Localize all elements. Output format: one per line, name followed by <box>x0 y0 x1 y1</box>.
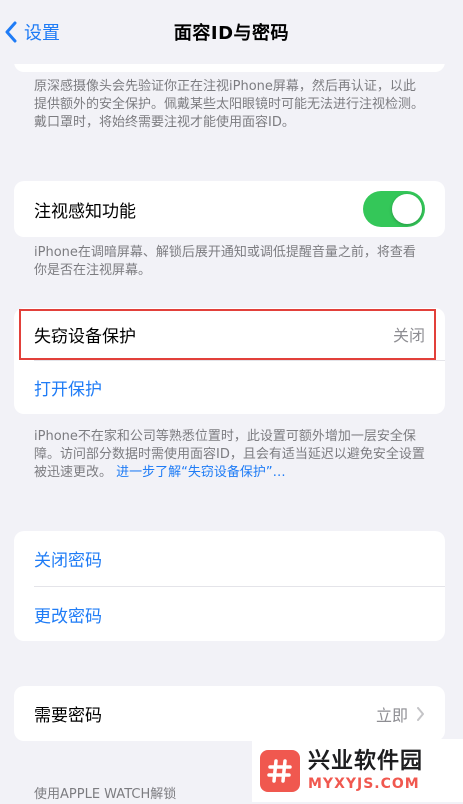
learn-more-link[interactable]: 进一步了解“失窃设备保护”… <box>116 465 285 480</box>
stolen-device-card: 失窃设备保护 关闭 打开保护 <box>14 308 445 414</box>
attention-aware-label: 注视感知功能 <box>34 201 136 222</box>
change-passcode-label: 更改密码 <box>34 606 102 627</box>
stolen-device-label: 失窃设备保护 <box>34 326 136 347</box>
passcode-card: 关闭密码 更改密码 <box>14 531 445 641</box>
stolen-device-footer: iPhone不在家和公司等熟悉位置时，此设置可额外增加一层安全保障。访问部分数据… <box>34 428 430 482</box>
turn-on-protection-label: 打开保护 <box>34 379 102 400</box>
attention-aware-footer: iPhone在调暗屏幕、解锁后展开通知或调低提醒音量之前，将查看你是否在注视屏幕… <box>34 245 416 278</box>
watermark-url: MYXYJS.COM <box>308 775 420 792</box>
watch-section-header: 使用APPLE WATCH解锁 <box>34 787 177 802</box>
turn-on-protection-button[interactable]: 打开保护 <box>14 361 445 413</box>
attention-aware-row: 注视感知功能 <box>14 181 445 237</box>
attention-aware-toggle[interactable] <box>363 191 425 227</box>
stolen-device-row[interactable]: 失窃设备保护 关闭 <box>14 308 445 360</box>
turn-off-passcode-label: 关闭密码 <box>34 551 102 571</box>
require-passcode-label: 需要密码 <box>34 706 102 726</box>
toggle-knob <box>392 194 422 224</box>
page-title: 面容ID与密码 <box>173 23 290 44</box>
chevron-right-icon <box>417 706 424 721</box>
attention-aware-card: 注视感知功能 <box>14 181 445 237</box>
stolen-device-value: 关闭 <box>392 326 425 345</box>
navigation-bar: 设置 面容ID与密码 <box>0 0 463 64</box>
turn-off-passcode-button[interactable]: 关闭密码 <box>14 531 445 586</box>
require-passcode-card: 需要密码 立即 <box>14 686 445 741</box>
change-passcode-button[interactable]: 更改密码 <box>14 587 445 641</box>
watermark-name: 兴业软件园 <box>308 748 424 774</box>
require-passcode-value: 立即 <box>375 705 408 725</box>
attention-footer: 原深感摄像头会先验证你正在注视iPhone屏幕，然后再认证，以此提供额外的安全保… <box>34 79 425 130</box>
watermark-text: 兴业软件园 MYXYJS.COM <box>308 749 423 793</box>
require-passcode-row[interactable]: 需要密码 立即 <box>14 686 445 741</box>
hash-logo-icon <box>260 749 300 792</box>
watermark: 兴业软件园 MYXYJS.COM <box>252 739 463 802</box>
